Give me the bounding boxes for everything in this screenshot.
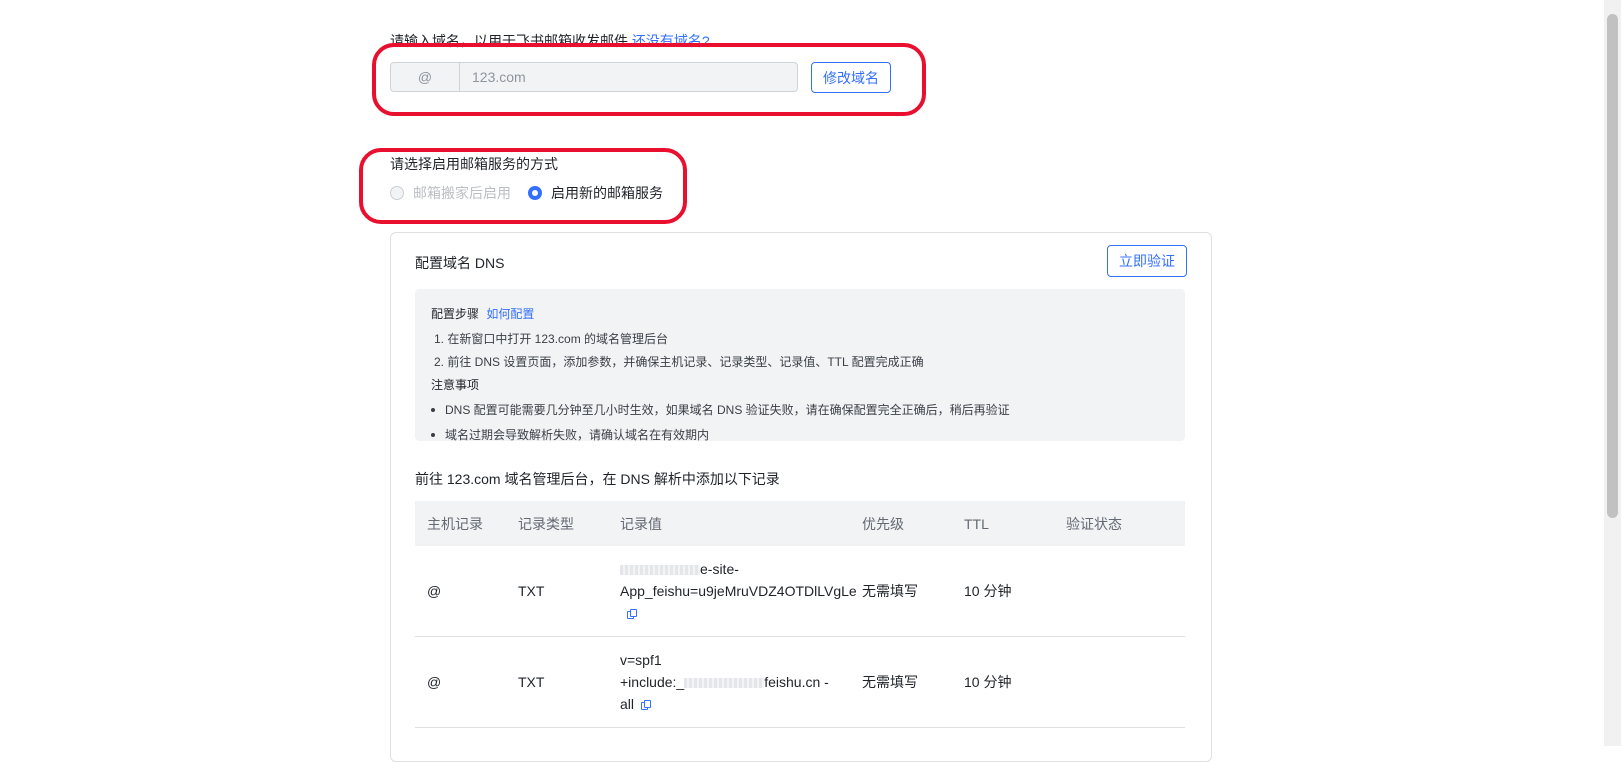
steps-header: 配置步骤 如何配置 [431,305,1169,322]
value-fragment: all [620,696,635,712]
cell-type: TXT [518,583,545,599]
copy-icon[interactable] [641,699,652,711]
cell-value: v=spf1 +include:_ feishu.cn - all [620,649,862,715]
dns-description: 前往 123.com 域名管理后台，在 DNS 解析中添加以下记录 [415,471,780,487]
radio-migrate-circle [390,186,404,200]
notes-title: 注意事项 [431,378,480,392]
dns-card-title: 配置域名 DNS [415,255,505,271]
value-fragment: feishu.cn - [764,674,829,690]
cell-priority: 无需填写 [862,674,918,690]
dns-records-table: 主机记录 记录类型 记录值 优先级 TTL 验证状态 @ TXT e-site-… [415,501,1185,728]
redacted-text [620,565,700,576]
cell-type: TXT [518,674,545,690]
dns-card: 配置域名 DNS 立即验证 配置步骤 如何配置 1. 在新窗口中打开 123.c… [390,232,1212,762]
radio-migrate-label: 邮箱搬家后启用 [413,185,511,201]
col-host: 主机记录 [427,515,483,532]
note-item: 域名过期会导致解析失败，请确认域名在有效期内 [431,426,1169,443]
table-header: 主机记录 记录类型 记录值 优先级 TTL 验证状态 [415,501,1185,546]
col-value: 记录值 [620,515,662,532]
cell-priority: 无需填写 [862,583,918,599]
mode-label: 请选择启用邮箱服务的方式 [390,156,558,172]
value-fragment: +include:_ [620,674,685,690]
cell-value: e-site- App_feishu=u9jeMruVDZ4OTDlLVgLe [620,558,862,624]
redacted-text [684,678,765,689]
bullet-icon [431,407,435,412]
radio-new-service-label: 启用新的邮箱服务 [551,185,663,201]
step-item: 2. 前往 DNS 设置页面，添加参数，并确保主机记录、记录类型、记录值、TTL… [434,355,924,369]
note-text: 域名过期会导致解析失败，请确认域名在有效期内 [445,428,710,442]
radio-migrate[interactable]: 邮箱搬家后启用 [390,183,511,203]
step-item: 1. 在新窗口中打开 123.com 的域名管理后台 [434,332,669,346]
col-status: 验证状态 [1066,515,1122,532]
cell-host: @ [427,583,442,599]
cell-host: @ [427,674,442,690]
how-to-configure-link[interactable]: 如何配置 [486,307,534,321]
col-ttl: TTL [964,515,989,532]
cell-ttl: 10 分钟 [964,674,1012,690]
radio-new-service[interactable]: 启用新的邮箱服务 [528,183,663,203]
col-priority: 优先级 [862,515,904,532]
annotation-box-domain [372,43,926,116]
cell-ttl: 10 分钟 [964,583,1012,599]
scrollbar-thumb[interactable] [1607,14,1618,518]
table-row: @ TXT v=spf1 +include:_ feishu.cn - all 无… [415,637,1185,728]
value-fragment: e-site- [700,561,739,577]
value-fragment: v=spf1 [620,652,662,668]
value-fragment: App_feishu=u9jeMruVDZ4OTDlLVgLe [620,583,857,599]
steps-title: 配置步骤 [431,307,480,321]
config-steps-panel: 配置步骤 如何配置 1. 在新窗口中打开 123.com 的域名管理后台 2. … [415,289,1185,443]
verify-now-button[interactable]: 立即验证 [1107,245,1187,277]
note-text: DNS 配置可能需要几分钟至几小时生效，如果域名 DNS 验证失败，请在确保配置… [445,403,1010,417]
radio-new-service-circle [528,186,542,200]
col-type: 记录类型 [518,515,574,532]
table-row: @ TXT e-site- App_feishu=u9jeMruVDZ4OTDl… [415,546,1185,637]
note-item: DNS 配置可能需要几分钟至几小时生效，如果域名 DNS 验证失败，请在确保配置… [431,401,1169,418]
bullet-icon [431,432,435,437]
copy-icon[interactable] [627,608,637,620]
